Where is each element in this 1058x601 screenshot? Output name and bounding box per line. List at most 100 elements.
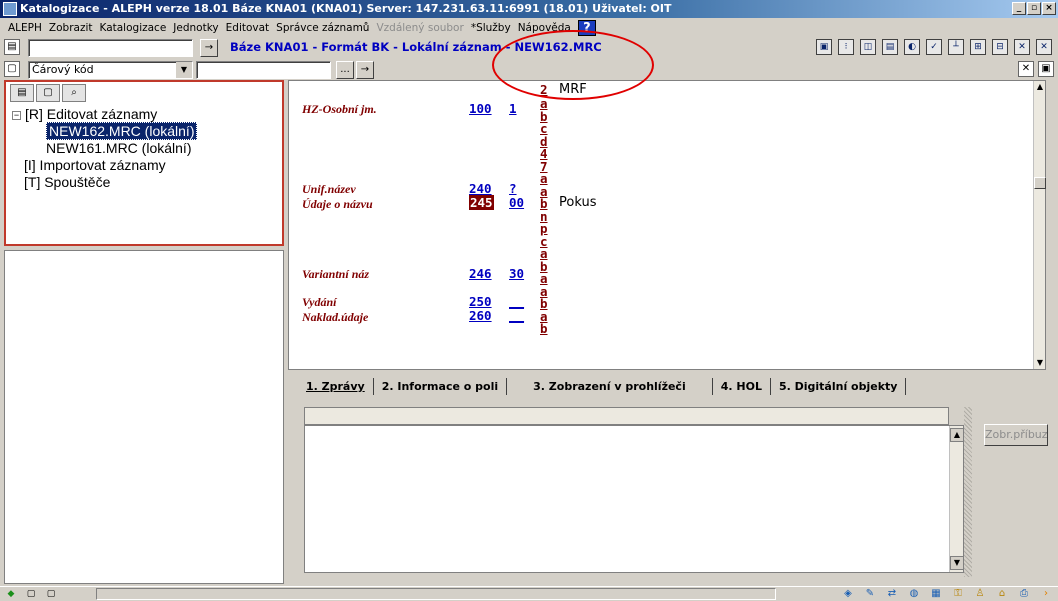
bottom-tabs: 1. Zprávy 2. Informace o poli 3. Zobraze… xyxy=(298,378,907,395)
collapse-icon[interactable]: ⊟ xyxy=(992,39,1008,55)
go-arrow-icon[interactable]: → xyxy=(200,39,218,57)
edit-icon[interactable]: ✎ xyxy=(862,587,878,601)
globe-icon[interactable]: ◍ xyxy=(906,587,922,601)
table-icon[interactable]: ▦ xyxy=(928,587,944,601)
field-label: Vydání xyxy=(302,295,337,309)
menu-napoveda[interactable]: Nápověda xyxy=(518,22,571,34)
menu-katalogizace[interactable]: Katalogizace xyxy=(100,22,167,34)
subfield-code[interactable]: b xyxy=(540,322,548,336)
menu-sluzby[interactable]: *Služby xyxy=(471,22,511,34)
tree-icon[interactable]: ┴ xyxy=(948,39,964,55)
field-tag[interactable]: 260 xyxy=(469,308,492,323)
tab-records-icon[interactable]: ▤ xyxy=(10,84,34,102)
split-view-icon[interactable]: ◫ xyxy=(860,39,876,55)
expand-icon[interactable]: ⊞ xyxy=(970,39,986,55)
go-arrow-icon[interactable]: → xyxy=(356,61,374,79)
close-window-icon[interactable]: ✕ xyxy=(1014,39,1030,55)
menu-jednotky[interactable]: Jednotky xyxy=(173,22,218,34)
network-icon[interactable]: ◈ xyxy=(840,587,856,601)
scroll-thumb[interactable] xyxy=(1034,177,1046,189)
chevron-down-icon[interactable]: ▼ xyxy=(176,62,192,78)
field-indicator[interactable]: 1 xyxy=(509,101,517,116)
key-icon[interactable]: ⚿ xyxy=(950,587,966,601)
user-icon[interactable]: ♙ xyxy=(972,587,988,601)
print-icon[interactable]: ⎙ xyxy=(1016,587,1032,601)
tree-node-import[interactable]: [I] Importovat záznamy xyxy=(12,157,197,174)
collapse-node-icon[interactable]: − xyxy=(12,111,21,120)
field-tag[interactable]: 250 xyxy=(469,294,492,309)
app-icon xyxy=(3,2,17,16)
show-related-button[interactable]: Zobr.příbuz. xyxy=(984,424,1048,446)
scroll-down-icon[interactable]: ▼ xyxy=(950,556,964,570)
home-icon[interactable]: ⌂ xyxy=(994,587,1010,601)
save-record-icon[interactable]: ▣ xyxy=(816,39,832,55)
layout-icon[interactable]: ▤ xyxy=(882,39,898,55)
tab-blank-icon[interactable]: ▢ xyxy=(36,84,60,102)
close-button[interactable]: × xyxy=(1042,2,1056,15)
pane-dock-icon[interactable]: ▣ xyxy=(1038,61,1054,77)
field-value[interactable]: Pokus xyxy=(559,195,596,210)
menu-aleph[interactable]: ALEPH xyxy=(8,22,42,34)
field-indicator[interactable]: ? xyxy=(509,181,517,196)
field-indicator[interactable]: 00 xyxy=(509,195,524,210)
tab-informace-o-poli[interactable]: 2. Informace o poli xyxy=(374,378,508,395)
editor-scrollbar[interactable]: ▲ ▼ xyxy=(1033,81,1046,369)
status-right-icons: ◈ ✎ ⇄ ◍ ▦ ⚿ ♙ ⌂ ⎙ › xyxy=(840,587,1054,601)
field-label: Naklad.údaje xyxy=(302,310,369,324)
window-title: Katalogizace - ALEPH verze 18.01 Báze KN… xyxy=(20,2,672,15)
subfield-code[interactable]: 2 xyxy=(540,83,548,97)
field-indicator[interactable]: 30 xyxy=(509,266,524,281)
menu-zobrazit[interactable]: Zobrazit xyxy=(49,22,93,34)
minimize-button[interactable]: _ xyxy=(1012,2,1026,15)
tab-zobrazeni-v-prohlizeci[interactable]: 3. Zobrazení v prohlížeči xyxy=(507,378,713,395)
tree-record-selected[interactable]: NEW162.MRC (lokální) xyxy=(12,122,198,140)
toolbar-main: ▤ → Báze KNA01 - Formát BK - Lokální záz… xyxy=(0,37,1058,59)
tree-node-label: [R] Editovat záznamy xyxy=(25,106,158,122)
marc-editor[interactable]: 2 MRF HZ-Osobní jm. 100 1 Unif.název 240… xyxy=(288,80,1046,370)
tag-icon[interactable]: ⁝ xyxy=(838,39,854,55)
menu-spravce-zaznamu[interactable]: Správce záznamů xyxy=(276,22,369,34)
restore-button[interactable]: ▫ xyxy=(1027,2,1041,15)
tab-zpravy[interactable]: 1. Zprávy xyxy=(298,378,374,395)
field-indicator[interactable]: __ xyxy=(509,294,524,309)
sync-icon[interactable]: ⇄ xyxy=(884,587,900,601)
refresh-icon[interactable]: ◐ xyxy=(904,39,920,55)
tool-icons: ▣ ⁝ ◫ ▤ ◐ ✓ ┴ ⊞ ⊟ ✕ ✕ xyxy=(816,39,1052,55)
window-menu-icon[interactable]: ▤ xyxy=(4,39,20,55)
field-tag-selected[interactable]: 245 xyxy=(469,195,494,210)
browse-button[interactable]: ... xyxy=(336,61,354,79)
splitter-handle[interactable] xyxy=(964,407,972,577)
title-bar: Katalogizace - ALEPH verze 18.01 Báze KN… xyxy=(0,0,1058,18)
window-icon[interactable]: ▢ xyxy=(24,588,38,600)
bottom-pane: 1. Zprávy 2. Informace o poli 3. Zobraze… xyxy=(288,374,1058,584)
exit-icon[interactable]: ✕ xyxy=(1036,39,1052,55)
messages-scrollbar[interactable]: ▲ ▼ xyxy=(949,426,964,572)
scroll-up-icon[interactable]: ▲ xyxy=(1034,81,1046,93)
field-indicator[interactable]: __ xyxy=(509,308,524,323)
tab-hol[interactable]: 4. HOL xyxy=(713,378,771,395)
next-icon[interactable]: › xyxy=(1038,587,1054,601)
menu-editovat[interactable]: Editovat xyxy=(226,22,270,34)
help-icon[interactable]: ? xyxy=(577,19,596,36)
tree-node-edit[interactable]: − [R] Editovat záznamy xyxy=(12,106,197,123)
command-input[interactable] xyxy=(28,39,193,57)
tree-record[interactable]: NEW161.MRC (lokální) xyxy=(12,140,197,157)
field-tag[interactable]: 246 xyxy=(469,266,492,281)
scroll-up-icon[interactable]: ▲ xyxy=(950,428,964,442)
field-value[interactable]: MRF xyxy=(559,82,587,97)
tab-search-icon[interactable]: ⌕ xyxy=(62,84,86,102)
field-tag[interactable]: 100 xyxy=(469,101,492,116)
scroll-down-icon[interactable]: ▼ xyxy=(1034,357,1046,369)
barcode-select-label: Čárový kód xyxy=(32,63,94,76)
tree-node-triggers[interactable]: [T] Spouštěče xyxy=(12,174,197,191)
window-icon[interactable]: ▢ xyxy=(44,588,58,600)
check-icon[interactable]: ✓ xyxy=(926,39,942,55)
pane-close-icon[interactable]: ✕ xyxy=(1018,61,1034,77)
barcode-input[interactable] xyxy=(196,61,331,79)
messages-area[interactable]: ▲ ▼ xyxy=(304,425,964,573)
barcode-select[interactable]: Čárový kód ▼ xyxy=(28,61,193,79)
field-label: Variantní náz xyxy=(302,267,370,281)
new-record-icon[interactable]: ▢ xyxy=(4,61,20,77)
field-tag[interactable]: 240 xyxy=(469,181,492,196)
tab-digitalni-objekty[interactable]: 5. Digitální objekty xyxy=(771,378,907,395)
